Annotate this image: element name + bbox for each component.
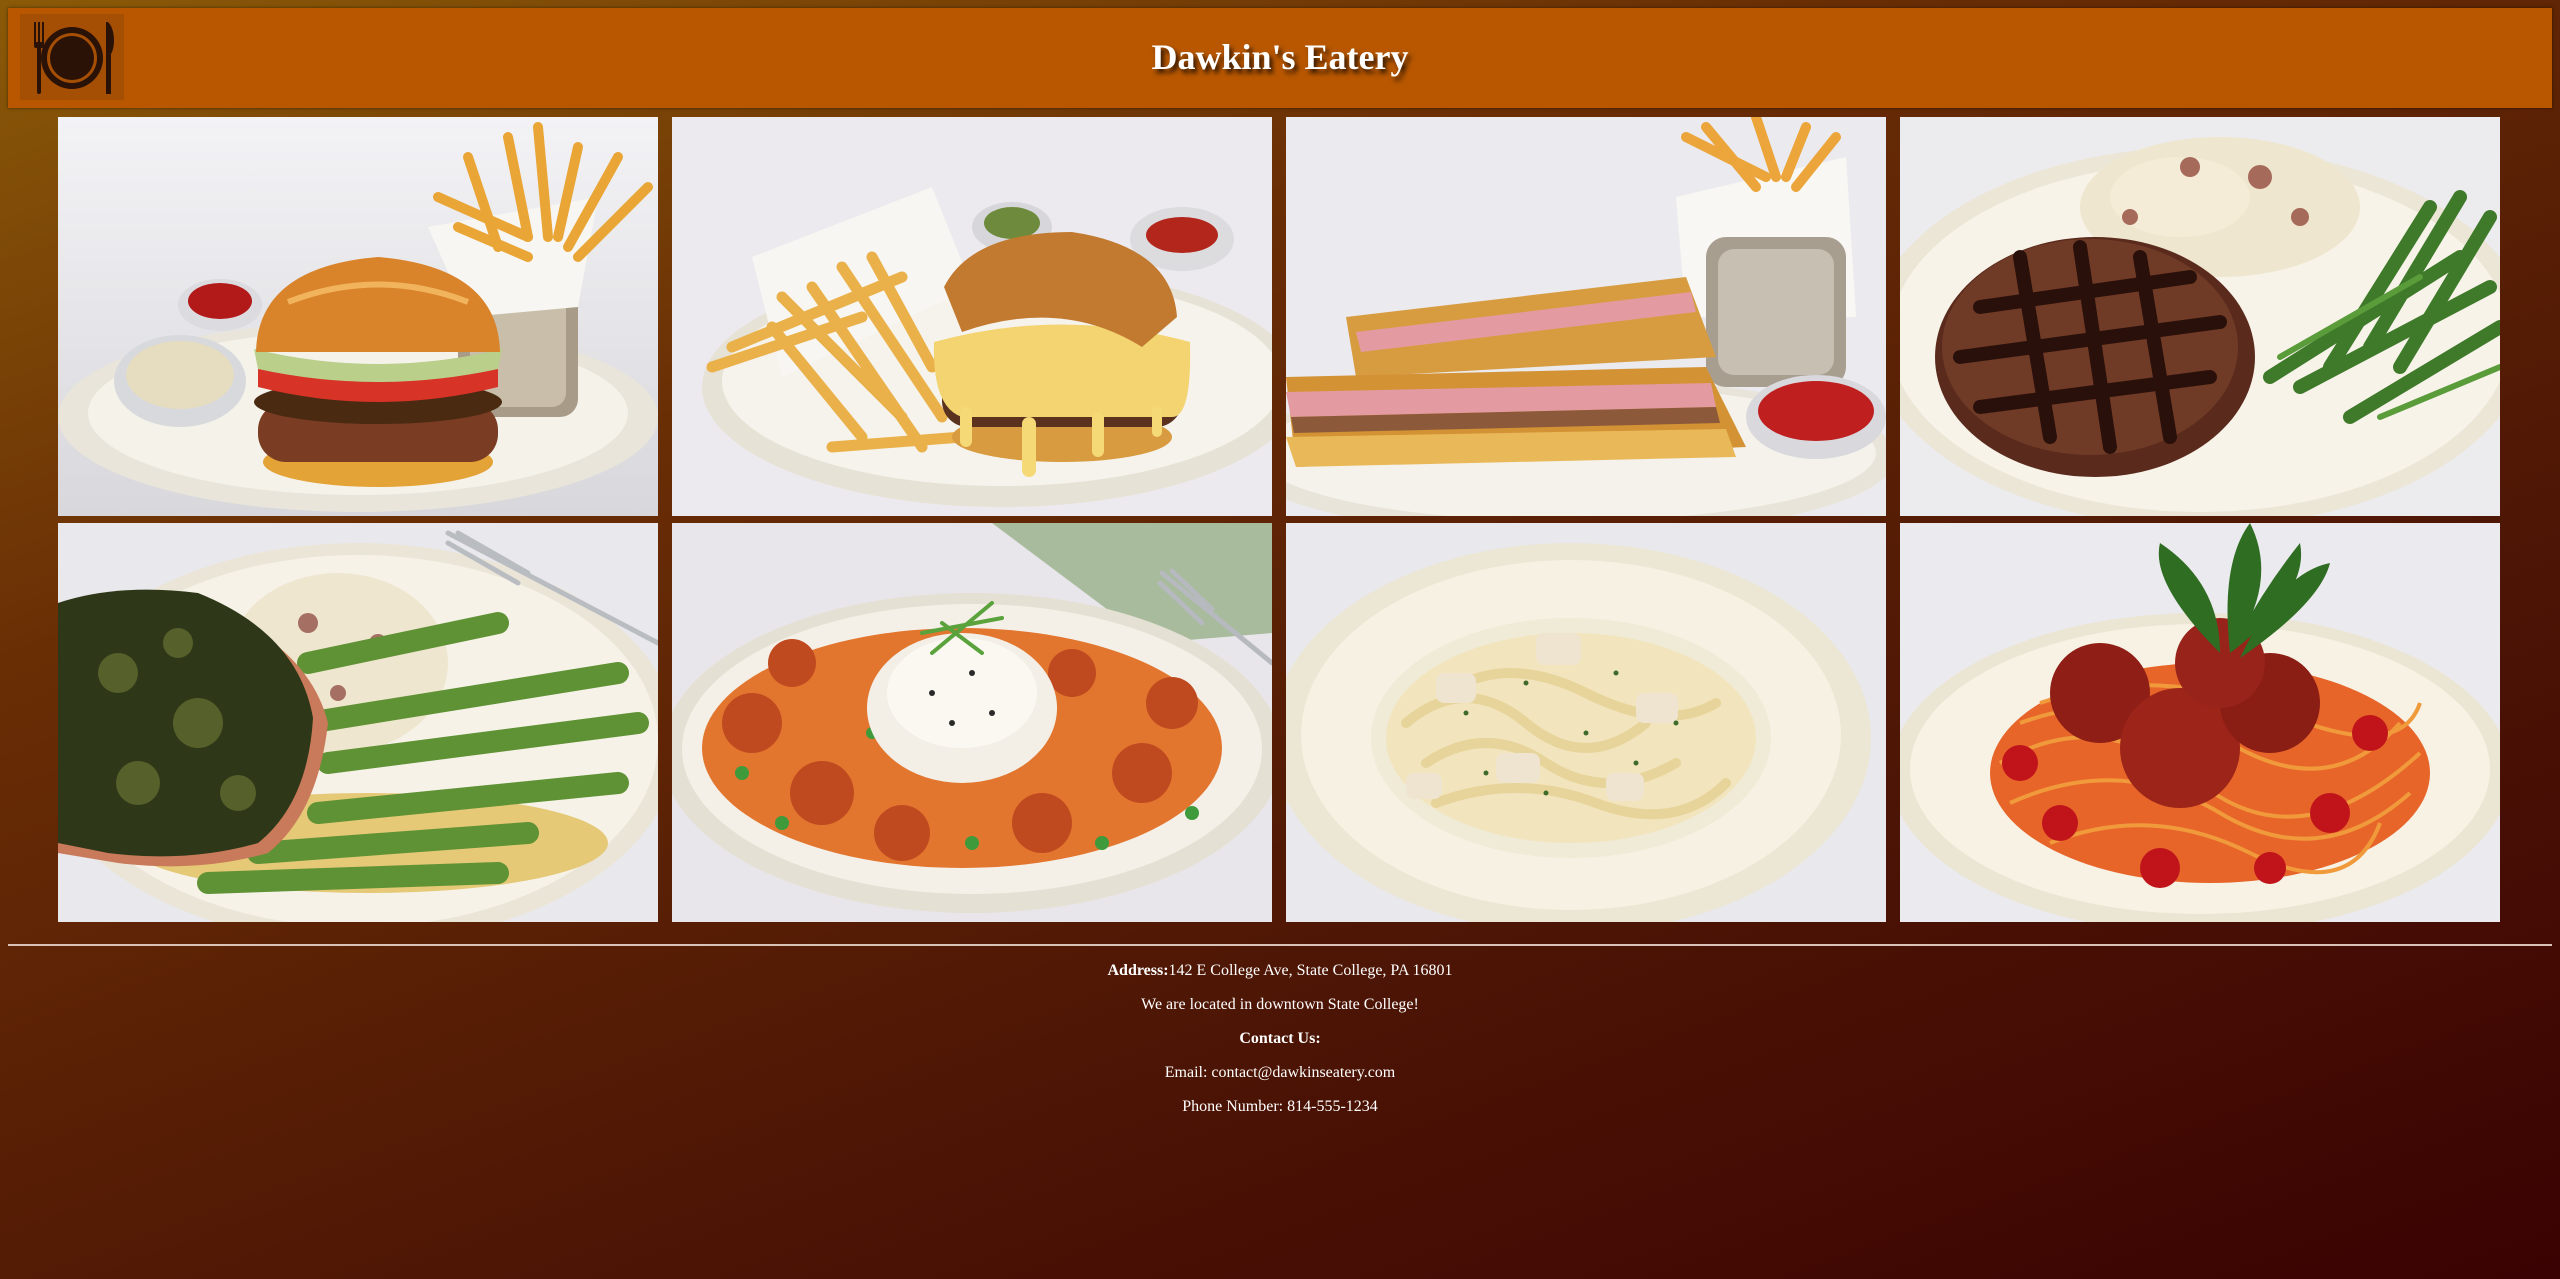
- mac-and-cheese-burger-with-fries-photo: [672, 117, 1272, 516]
- location-note: We are located in downtown State College…: [1141, 996, 1419, 1013]
- burger-with-fries-photo: [58, 117, 658, 516]
- spaghetti-and-meatballs-photo: [1900, 523, 2500, 922]
- herb-crusted-salmon-with-asparagus-photo: [58, 523, 658, 922]
- address-line: Address:142 E College Ave, State College…: [0, 958, 2560, 992]
- contact-email: Email: contact@dawkinseatery.com: [1164, 1064, 1396, 1081]
- shrimp-and-rice-platter-photo: [672, 523, 1272, 922]
- grilled-steak-with-mashed-potatoes-and-green-beans-photo: [1900, 117, 2500, 516]
- food-gallery: [58, 117, 2502, 923]
- footer-divider: [8, 944, 2552, 946]
- chicken-fettuccine-alfredo-photo: [1286, 523, 1886, 922]
- contact-heading-text: Contact Us:: [1239, 1030, 1321, 1047]
- address-label: Address:: [1107, 962, 1169, 979]
- contact-phone: Phone Number: 814-555-1234: [1182, 1098, 1378, 1115]
- site-header: Dawkin's Eatery: [8, 8, 2552, 108]
- cuban-sandwich-with-fries-photo: [1286, 117, 1886, 516]
- site-title: Dawkin's Eatery: [1151, 37, 1409, 77]
- address-value: 142 E College Ave, State College, PA 168…: [1168, 962, 1453, 979]
- site-footer: Address:142 E College Ave, State College…: [0, 958, 2560, 1128]
- contact-heading: Contact Us:: [0, 1026, 2560, 1060]
